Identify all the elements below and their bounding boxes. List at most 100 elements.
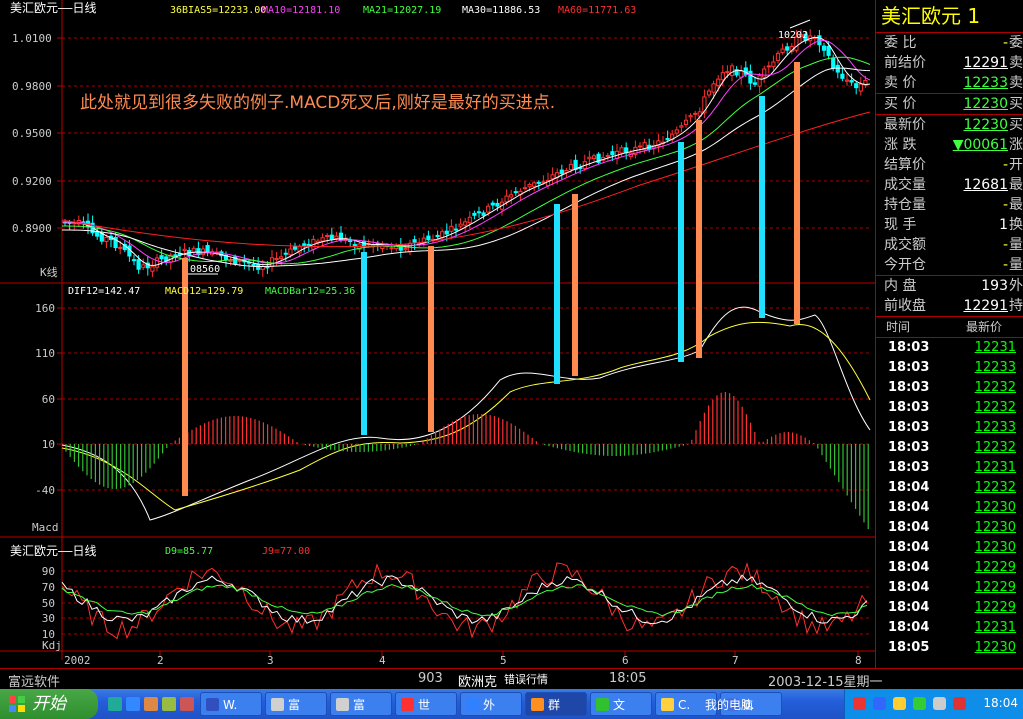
taskbar-button[interactable]: 文 xyxy=(590,692,652,716)
app-icon xyxy=(336,698,349,711)
tick-row[interactable]: 18:03 12233 xyxy=(876,358,1023,378)
candle-body xyxy=(269,257,275,267)
candle-body xyxy=(610,151,615,156)
taskbar-button[interactable]: 富 xyxy=(265,692,327,716)
candle-body xyxy=(711,83,716,93)
tick-row[interactable]: 18:04 12230 xyxy=(876,498,1023,518)
quote-suffix: 委 xyxy=(1009,35,1023,51)
tick-row[interactable]: 18:03 12232 xyxy=(876,398,1023,418)
candle-body xyxy=(527,183,532,188)
taskbar-clock[interactable]: 18:04 xyxy=(983,696,1018,710)
kdj-indicator: D9=85.77 xyxy=(165,546,213,557)
tick-time: 18:03 xyxy=(888,400,930,415)
candle-body xyxy=(757,75,762,87)
quote-value: 12291 xyxy=(963,55,1008,71)
tick-row[interactable]: 18:04 12230 xyxy=(876,518,1023,538)
ma-indicator: MA10=12181.10 xyxy=(262,5,340,16)
start-label: 开始 xyxy=(32,694,66,714)
quick-launch-icon[interactable] xyxy=(180,697,194,711)
candle-body xyxy=(854,83,859,89)
candle-body xyxy=(568,163,574,171)
tick-price: 12232 xyxy=(974,380,1016,395)
candle-body xyxy=(449,225,454,232)
status-date: 2003-12-15星期一 xyxy=(768,675,883,690)
tick-time: 18:03 xyxy=(888,420,930,435)
tick-row[interactable]: 18:03 12233 xyxy=(876,418,1023,438)
macd-indicator: DIF12=142.47 xyxy=(68,286,140,297)
tray-shield-icon[interactable] xyxy=(913,697,926,710)
tick-time: 18:03 xyxy=(888,460,930,475)
taskbar-button[interactable]: 外 xyxy=(460,692,522,716)
candle-body xyxy=(131,259,137,262)
candle-body xyxy=(292,246,298,250)
high-price-pointer xyxy=(789,19,811,29)
ma21-line xyxy=(62,56,871,265)
tick-row[interactable]: 18:03 12231 xyxy=(876,338,1023,358)
my-computer-label[interactable]: 我的电脑 xyxy=(705,696,753,713)
tick-row[interactable]: 18:04 12232 xyxy=(876,478,1023,498)
taskbar-button[interactable]: W. xyxy=(200,692,262,716)
candle-body xyxy=(440,231,445,239)
candle-body xyxy=(104,236,109,243)
taskbar-button[interactable]: 世 xyxy=(395,692,457,716)
start-button[interactable]: 开始 xyxy=(0,689,98,719)
tick-row[interactable]: 18:04 12230 xyxy=(876,538,1023,558)
app-icon xyxy=(661,698,674,711)
quote-label: 买 价 xyxy=(884,96,917,112)
tray-network-icon[interactable] xyxy=(873,697,886,710)
quote-suffix: 持 xyxy=(1009,298,1023,314)
quote-label: 涨 跌 xyxy=(884,137,917,153)
x-tick-label: 3 xyxy=(267,654,274,667)
quote-rows: 委 比 - 委前结价 12291 卖卖 价 12233 卖买 价 12230 买最新价 12230… xyxy=(876,33,1023,317)
tick-row[interactable]: 18:04 12231 xyxy=(876,618,1023,638)
candle-body xyxy=(490,202,495,206)
quick-launch-icon[interactable] xyxy=(144,697,158,711)
buy-point-marker xyxy=(696,120,702,358)
tick-row[interactable]: 18:03 12231 xyxy=(876,458,1023,478)
quote-value: 12291 xyxy=(963,298,1008,314)
quote-label: 结算价 xyxy=(884,157,926,173)
tray-alert-icon[interactable] xyxy=(953,697,966,710)
candle-body xyxy=(743,67,748,75)
quick-launch-icon[interactable] xyxy=(126,697,140,711)
quote-value: - xyxy=(1002,157,1008,173)
candle-body xyxy=(444,230,449,235)
tick-row[interactable]: 18:04 12229 xyxy=(876,558,1023,578)
taskbar-button[interactable]: 群 xyxy=(525,692,587,716)
quick-launch-icon[interactable] xyxy=(108,697,122,711)
candle-body xyxy=(412,239,417,243)
buy-point-marker xyxy=(361,252,367,435)
tray-ime-icon[interactable] xyxy=(933,697,946,710)
tick-row[interactable]: 18:04 12229 xyxy=(876,578,1023,598)
low-price-label: 08560 xyxy=(190,264,220,275)
macd-indicator: MACDBar12=25.36 xyxy=(265,286,355,297)
tick-list[interactable]: 18:03 12231 18:03 12233 18:03 12232 18:03 12232… xyxy=(876,338,1023,658)
candle-body xyxy=(748,70,753,84)
app-icon xyxy=(206,698,219,711)
quote-row: 前结价 12291 卖 xyxy=(876,53,1023,73)
taskbar-button[interactable]: 富 xyxy=(330,692,392,716)
candle-body xyxy=(182,248,187,252)
quote-row: 委 比 -委 xyxy=(876,33,1023,53)
macd-label: Macd xyxy=(32,521,59,534)
tick-row[interactable]: 18:04 12229 xyxy=(876,598,1023,618)
candle-body xyxy=(302,243,307,247)
tick-time: 18:04 xyxy=(888,520,930,535)
tick-row[interactable]: 18:03 12232 xyxy=(876,378,1023,398)
tick-row[interactable]: 18:03 12232 xyxy=(876,438,1023,458)
tray-app-icon[interactable] xyxy=(853,697,866,710)
tick-time: 18:04 xyxy=(888,620,930,635)
candle-body xyxy=(154,257,160,268)
chart-area[interactable]: 1.0100 0.9800 0.9500 0.9200 0.8900 160 110 60 10… xyxy=(0,0,875,668)
candle-body xyxy=(729,65,735,76)
macd-y-tick-label: -40 xyxy=(35,484,55,497)
news-ticker[interactable]: 欧洲克 xyxy=(458,671,497,690)
price-chart[interactable]: 1.0100 0.9800 0.9500 0.9200 0.8900 160 110 60 10… xyxy=(0,0,875,668)
tray-volume-icon[interactable] xyxy=(893,697,906,710)
tick-price: 12230 xyxy=(974,520,1016,535)
candle-body xyxy=(141,264,146,268)
quick-launch-icon[interactable] xyxy=(162,697,176,711)
tick-row[interactable]: 18:05 12230 xyxy=(876,638,1023,658)
taskbar-button-label: 群 xyxy=(548,698,561,712)
kdj-indicator: J9=77.00 xyxy=(262,546,310,557)
